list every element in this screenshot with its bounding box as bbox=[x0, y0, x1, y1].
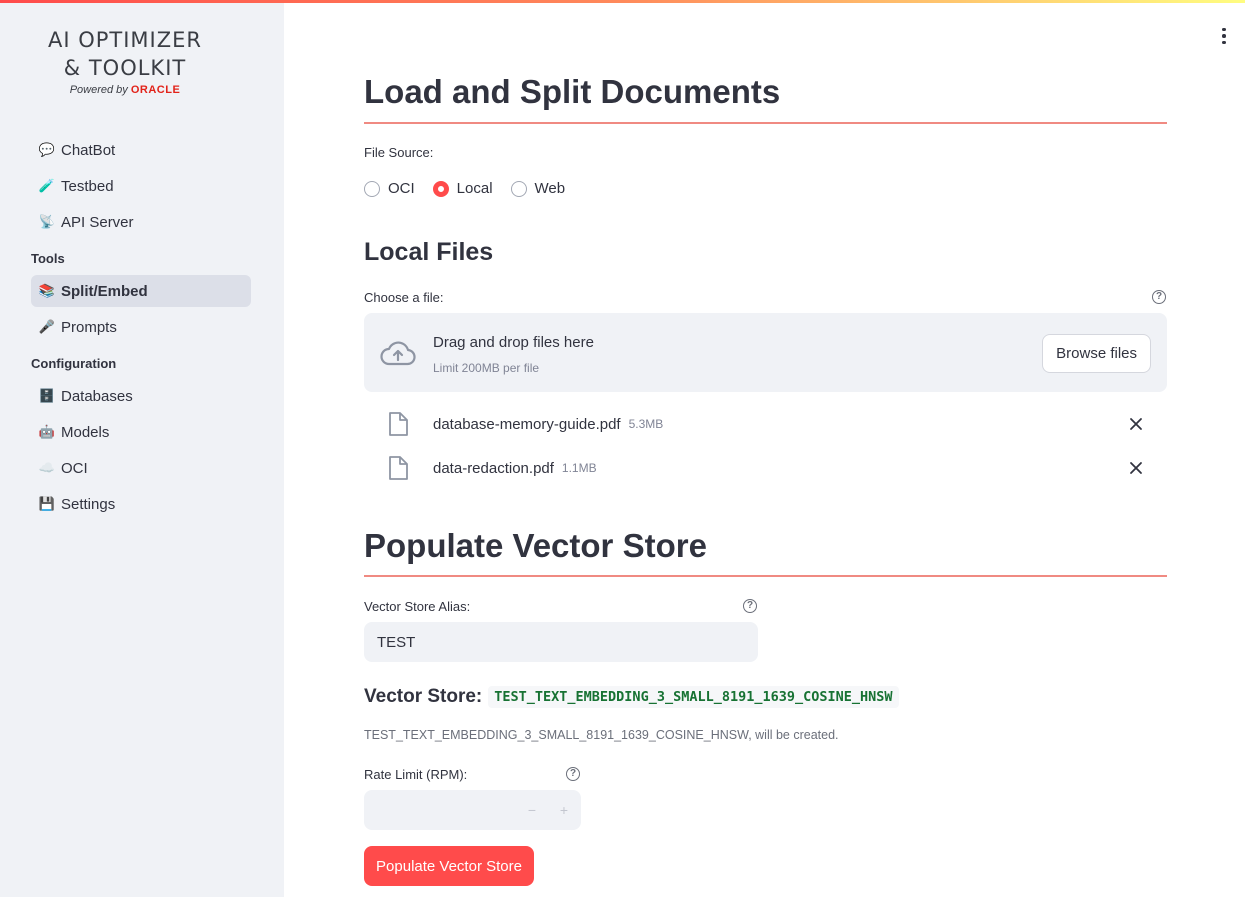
sidebar-heading-tools: Tools bbox=[31, 251, 65, 266]
sidebar-item-testbed[interactable]: 🧪 Testbed bbox=[31, 170, 251, 202]
cloud-icon: ☁️ bbox=[38, 460, 56, 475]
radio-circle bbox=[510, 180, 527, 197]
uploaded-file-row: data-redaction.pdf 1.1MB bbox=[386, 454, 1156, 482]
vector-store-alias-input[interactable] bbox=[364, 622, 758, 662]
sidebar-item-split-embed[interactable]: 📚 Split/Embed bbox=[31, 275, 251, 307]
vector-store-note: TEST_TEXT_EMBEDDING_3_SMALL_8191_1639_CO… bbox=[364, 728, 839, 742]
app-logo: AI OPTIMIZER & TOOLKIT Powered by ORACLE bbox=[0, 26, 250, 96]
file-icon bbox=[389, 456, 408, 480]
file-cabinet-icon: 🗄️ bbox=[38, 388, 56, 403]
test-tube-icon: 🧪 bbox=[38, 178, 56, 193]
sidebar-item-label: Models bbox=[61, 423, 110, 441]
help-icon[interactable]: ? bbox=[1152, 290, 1166, 304]
title-divider bbox=[364, 122, 1167, 124]
speech-bubble-icon: 💬 bbox=[38, 142, 56, 157]
sidebar-item-label: Testbed bbox=[61, 177, 114, 195]
browse-files-button[interactable]: Browse files bbox=[1042, 334, 1151, 373]
microphone-icon: 🎤 bbox=[38, 319, 56, 334]
help-icon[interactable]: ? bbox=[566, 767, 580, 781]
file-source-label: File Source: bbox=[364, 145, 434, 160]
cloud-upload-icon bbox=[380, 341, 416, 366]
radio-label: Local bbox=[456, 180, 493, 197]
sidebar-item-label: API Server bbox=[61, 213, 134, 231]
file-name: database-memory-guide.pdf bbox=[433, 415, 621, 433]
vector-store-label: Vector Store: bbox=[364, 686, 483, 707]
radio-label: Web bbox=[534, 180, 566, 197]
populate-vector-store-button[interactable]: Populate Vector Store bbox=[364, 846, 534, 886]
sidebar-item-label: Split/Embed bbox=[61, 282, 148, 300]
radio-circle bbox=[364, 180, 380, 197]
sidebar-item-label: OCI bbox=[61, 459, 88, 477]
books-icon: 📚 bbox=[38, 283, 56, 298]
file-dropzone[interactable]: Drag and drop files here Limit 200MB per… bbox=[364, 313, 1167, 392]
dot bbox=[1222, 27, 1226, 32]
sidebar-item-label: Settings bbox=[61, 495, 116, 513]
sidebar-item-label: ChatBot bbox=[61, 141, 116, 159]
dropzone-limit: Limit 200MB per file bbox=[433, 361, 540, 375]
robot-icon: 🤖 bbox=[38, 424, 56, 439]
sidebar-item-models[interactable]: 🤖 Models bbox=[31, 416, 251, 448]
sidebar-item-label: Databases bbox=[61, 387, 133, 405]
radio-circle-checked bbox=[432, 180, 449, 197]
radio-label: OCI bbox=[388, 180, 415, 197]
radio-local[interactable]: Local bbox=[432, 180, 493, 197]
logo-powered-by: Powered by ORACLE bbox=[0, 84, 250, 96]
top-decoration-bar bbox=[0, 0, 1245, 3]
rate-limit-label: Rate Limit (RPM): bbox=[364, 767, 468, 782]
dropzone-title: Drag and drop files here bbox=[433, 334, 594, 351]
main-menu-button[interactable] bbox=[1214, 26, 1234, 46]
sidebar-heading-configuration: Configuration bbox=[31, 356, 117, 371]
file-icon bbox=[389, 412, 408, 436]
dot bbox=[1222, 40, 1226, 45]
dot bbox=[1222, 34, 1226, 38]
choose-file-label: Choose a file: bbox=[364, 290, 444, 305]
sidebar-item-databases[interactable]: 🗄️ Databases bbox=[31, 380, 251, 412]
sidebar-item-settings[interactable]: 💾 Settings bbox=[31, 488, 251, 520]
logo-line-2: & TOOLKIT bbox=[63, 56, 187, 80]
sidebar-item-oci[interactable]: ☁️ OCI bbox=[31, 452, 251, 484]
file-size: 1.1MB bbox=[561, 461, 597, 475]
satellite-dish-icon: 📡 bbox=[38, 214, 56, 229]
vector-store-name: TEST_TEXT_EMBEDDING_3_SMALL_8191_1639_CO… bbox=[488, 686, 899, 708]
page-title: Load and Split Documents bbox=[364, 73, 781, 110]
oracle-brand: ORACLE bbox=[130, 84, 181, 96]
file-size: 5.3MB bbox=[628, 417, 664, 431]
alias-label: Vector Store Alias: bbox=[364, 599, 471, 614]
sidebar-item-api-server[interactable]: 📡 API Server bbox=[31, 206, 251, 238]
file-name: data-redaction.pdf bbox=[433, 459, 554, 477]
sidebar-item-chatbot[interactable]: 💬 ChatBot bbox=[31, 134, 251, 166]
sidebar-item-label: Prompts bbox=[61, 318, 117, 336]
sidebar: AI OPTIMIZER & TOOLKIT Powered by ORACLE… bbox=[0, 0, 284, 897]
uploaded-file-row: database-memory-guide.pdf 5.3MB bbox=[386, 410, 1156, 438]
powered-by-text: Powered by bbox=[69, 84, 128, 96]
decrement-button[interactable]: − bbox=[524, 800, 540, 820]
close-icon[interactable] bbox=[1128, 460, 1144, 476]
local-files-heading: Local Files bbox=[364, 238, 494, 266]
populate-heading: Populate Vector Store bbox=[364, 527, 707, 564]
close-icon[interactable] bbox=[1128, 416, 1144, 432]
sidebar-item-prompts[interactable]: 🎤 Prompts bbox=[31, 311, 251, 343]
increment-button[interactable]: + bbox=[556, 800, 572, 820]
logo-line-1: AI OPTIMIZER bbox=[47, 28, 202, 52]
floppy-disk-icon: 💾 bbox=[38, 496, 56, 511]
populate-divider bbox=[364, 575, 1167, 577]
file-source-radio-group: OCI Local Web bbox=[364, 180, 583, 197]
rate-limit-stepper[interactable]: − + bbox=[364, 790, 581, 830]
vector-store-line: Vector Store: TEST_TEXT_EMBEDDING_3_SMAL… bbox=[364, 686, 899, 708]
help-icon[interactable]: ? bbox=[743, 599, 757, 613]
radio-oci[interactable]: OCI bbox=[364, 180, 415, 197]
radio-web[interactable]: Web bbox=[510, 180, 566, 197]
